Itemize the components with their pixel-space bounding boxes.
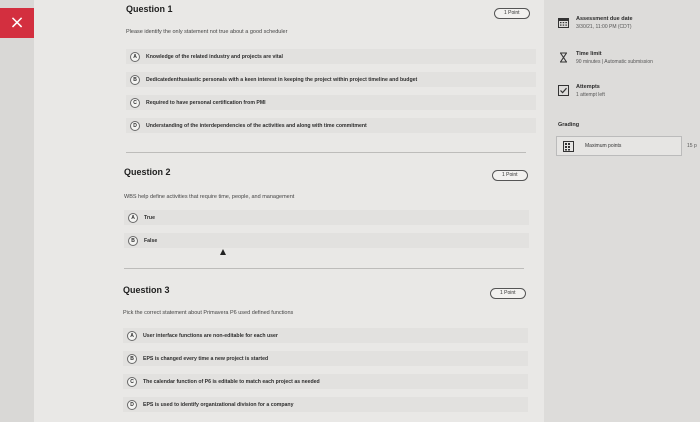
option-text: User interface functions are non-editabl…	[143, 332, 278, 339]
question-3-prompt: Pick the correct statement about Primave…	[123, 310, 294, 316]
option-letter: A	[127, 330, 137, 341]
option-letter: D	[130, 120, 140, 131]
question-divider	[126, 152, 526, 153]
question-3-option-a[interactable]: A User interface functions are non-edita…	[123, 328, 528, 343]
option-letter: A	[130, 51, 140, 62]
question-2-points: 1 Point	[492, 170, 528, 181]
grading-box: Maximum points	[556, 136, 682, 156]
option-letter: B	[128, 235, 138, 246]
option-text: Dedicatedenthusiastic personals with a k…	[146, 76, 418, 83]
question-1-option-c[interactable]: C Required to have personal certificatio…	[126, 95, 536, 110]
checkbox-icon	[558, 85, 569, 96]
question-3-title: Question 3	[123, 285, 170, 295]
option-text: EPS is used to identify organizational d…	[143, 401, 294, 408]
question-3-option-b[interactable]: B EPS is changed every time a new projec…	[123, 351, 528, 366]
question-1-prompt: Please identify the only statement not t…	[126, 29, 288, 35]
question-divider	[124, 268, 524, 269]
option-letter: C	[130, 97, 140, 108]
calendar-icon	[558, 17, 569, 28]
maximum-points-value: 15 p	[687, 143, 697, 149]
due-date-label: Assessment due date	[576, 16, 633, 22]
attempts-label: Attempts	[576, 84, 600, 90]
time-limit-label: Time limit	[576, 51, 602, 57]
question-2-title: Question 2	[124, 167, 171, 177]
due-date-value: 3/30/21, 11:00 PM (CDT)	[576, 24, 632, 30]
option-letter: A	[128, 212, 138, 223]
option-text: Knowledge of the related industry and pr…	[146, 53, 283, 60]
grading-heading: Grading	[558, 122, 580, 128]
option-text: The calendar function of P6 is editable …	[143, 378, 320, 385]
grid-icon	[563, 141, 574, 152]
question-1-points: 1 Point	[494, 8, 530, 19]
question-2-option-b[interactable]: B False	[124, 233, 529, 248]
maximum-points-label: Maximum points	[585, 143, 622, 149]
question-panel: Question 1 1 Point Please identify the o…	[34, 0, 544, 422]
question-3-option-c[interactable]: C The calendar function of P6 is editabl…	[123, 374, 528, 389]
question-2-prompt: WBS help define activities that require …	[124, 194, 295, 200]
mouse-cursor	[220, 249, 226, 255]
option-letter: C	[127, 376, 137, 387]
question-1-option-a[interactable]: A Knowledge of the related industry and …	[126, 49, 536, 64]
question-1-option-d[interactable]: D Understanding of the interdependencies…	[126, 118, 536, 133]
option-text: EPS is changed every time a new project …	[143, 355, 269, 362]
option-letter: B	[130, 74, 140, 85]
question-1-title: Question 1	[126, 4, 173, 14]
option-text: True	[144, 214, 155, 221]
time-limit-value: 90 minutes | Automatic submission	[576, 59, 653, 65]
assessment-sidebar: Assessment due date 3/30/21, 11:00 PM (C…	[544, 0, 700, 422]
hourglass-icon	[558, 52, 569, 63]
option-letter: B	[127, 353, 137, 364]
question-3-points: 1 Point	[490, 288, 526, 299]
close-button[interactable]: ×	[0, 8, 34, 38]
option-text: Required to have personal certification …	[146, 99, 266, 106]
option-text: False	[144, 237, 158, 244]
question-2-option-a[interactable]: A True	[124, 210, 529, 225]
question-1-option-b[interactable]: B Dedicatedenthusiastic personals with a…	[126, 72, 536, 87]
attempts-value: 1 attempt left	[576, 92, 605, 98]
option-letter: D	[127, 399, 137, 410]
question-3-option-d[interactable]: D EPS is used to identify organizational…	[123, 397, 528, 412]
option-text: Understanding of the interdependencies o…	[146, 122, 367, 129]
